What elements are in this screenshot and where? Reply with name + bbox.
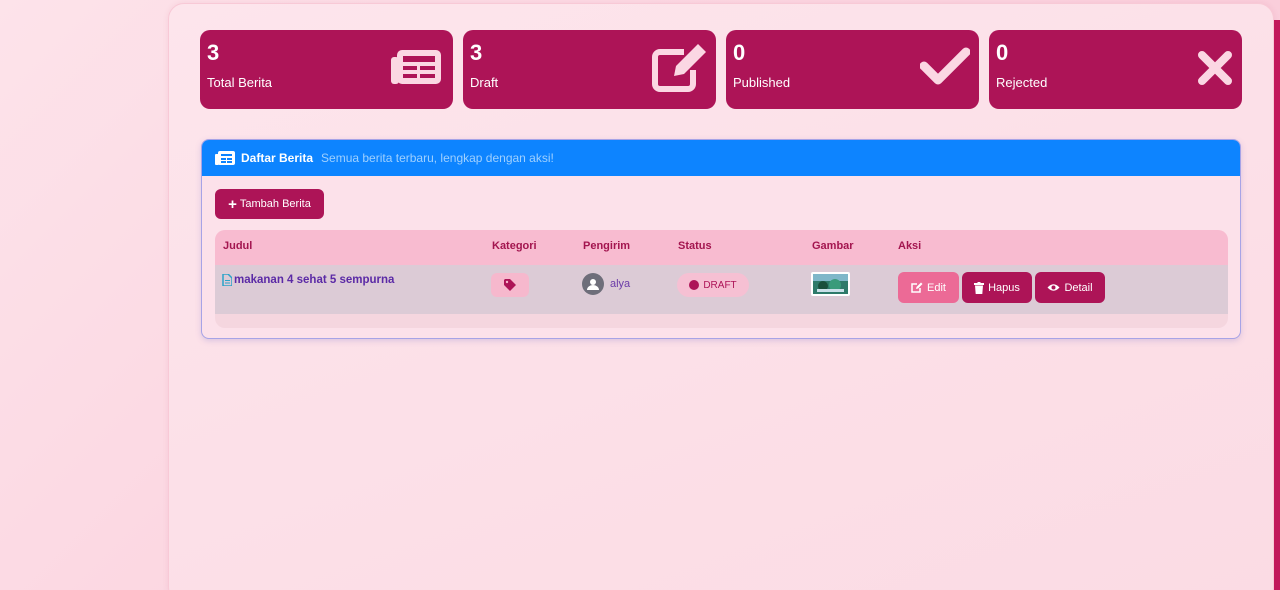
add-news-button[interactable]: + Tambah Berita bbox=[215, 189, 324, 219]
detail-label: Detail bbox=[1064, 281, 1093, 294]
add-news-label: Tambah Berita bbox=[239, 198, 311, 210]
news-table: Judul Kategori Pengirim Status Gambar Ak… bbox=[215, 230, 1228, 328]
detail-button[interactable]: Detail bbox=[1035, 272, 1105, 303]
category-badge bbox=[491, 273, 529, 297]
column-header-aksi: Aksi bbox=[898, 240, 922, 252]
stat-card-rejected: 0 Rejected bbox=[989, 30, 1242, 109]
column-header-pengirim: Pengirim bbox=[583, 240, 631, 252]
x-icon bbox=[1198, 51, 1232, 85]
status-label: DRAFT bbox=[703, 279, 737, 291]
sender-cell: alya bbox=[582, 273, 630, 295]
stat-label: Total Berita bbox=[207, 75, 273, 90]
news-title-cell[interactable]: makanan 4 sehat 5 sempurna bbox=[222, 274, 394, 286]
sender-name: alya bbox=[610, 278, 631, 290]
table-row: makanan 4 sehat 5 sempurna alya DRAFT Ed… bbox=[215, 265, 1228, 314]
edit-icon bbox=[652, 44, 706, 92]
user-icon bbox=[587, 279, 599, 290]
file-icon bbox=[222, 274, 232, 286]
stat-label: Published bbox=[733, 75, 791, 90]
stat-value: 3 bbox=[470, 40, 483, 65]
avatar bbox=[582, 273, 604, 295]
stat-value: 0 bbox=[733, 40, 746, 65]
stat-value: 3 bbox=[207, 40, 220, 65]
eye-icon bbox=[1047, 284, 1060, 291]
stat-card-draft: 3 Draft bbox=[463, 30, 716, 109]
tag-icon bbox=[504, 279, 516, 291]
edit-label: Edit bbox=[927, 281, 946, 294]
column-header-judul: Judul bbox=[223, 240, 253, 252]
column-header-status: Status bbox=[678, 240, 712, 252]
scrollbar[interactable] bbox=[1274, 20, 1280, 590]
news-list-card: Daftar Berita Semua berita terbaru, leng… bbox=[201, 139, 1241, 339]
status-dot-icon bbox=[689, 280, 700, 290]
plus-icon: + bbox=[228, 195, 237, 213]
food-image bbox=[813, 274, 848, 294]
delete-label: Hapus bbox=[988, 281, 1020, 294]
stat-card-published: 0 Published bbox=[726, 30, 979, 109]
trash-icon bbox=[974, 281, 985, 294]
delete-button[interactable]: Hapus bbox=[962, 272, 1032, 303]
column-header-kategori: Kategori bbox=[492, 240, 537, 252]
column-header-gambar: Gambar bbox=[812, 240, 854, 252]
news-list-subtitle: Semua berita terbaru, lengkap dengan aks… bbox=[321, 151, 554, 165]
newspaper-icon bbox=[391, 50, 441, 84]
news-image-thumbnail[interactable] bbox=[811, 272, 850, 296]
table-header: Judul Kategori Pengirim Status Gambar Ak… bbox=[215, 230, 1228, 265]
news-title: makanan 4 sehat 5 sempurna bbox=[234, 274, 395, 286]
stat-value: 0 bbox=[996, 40, 1009, 65]
stat-label: Rejected bbox=[996, 75, 1048, 90]
stat-card-total: 3 Total Berita bbox=[200, 30, 453, 109]
newspaper-icon bbox=[215, 151, 235, 165]
news-list-title: Daftar Berita bbox=[241, 151, 314, 165]
edit-button[interactable]: Edit bbox=[898, 272, 959, 303]
edit-icon bbox=[911, 282, 923, 293]
status-badge: DRAFT bbox=[677, 273, 749, 297]
news-list-header: Daftar Berita Semua berita terbaru, leng… bbox=[202, 140, 1240, 176]
check-icon bbox=[920, 47, 970, 85]
stat-label: Draft bbox=[470, 75, 499, 90]
